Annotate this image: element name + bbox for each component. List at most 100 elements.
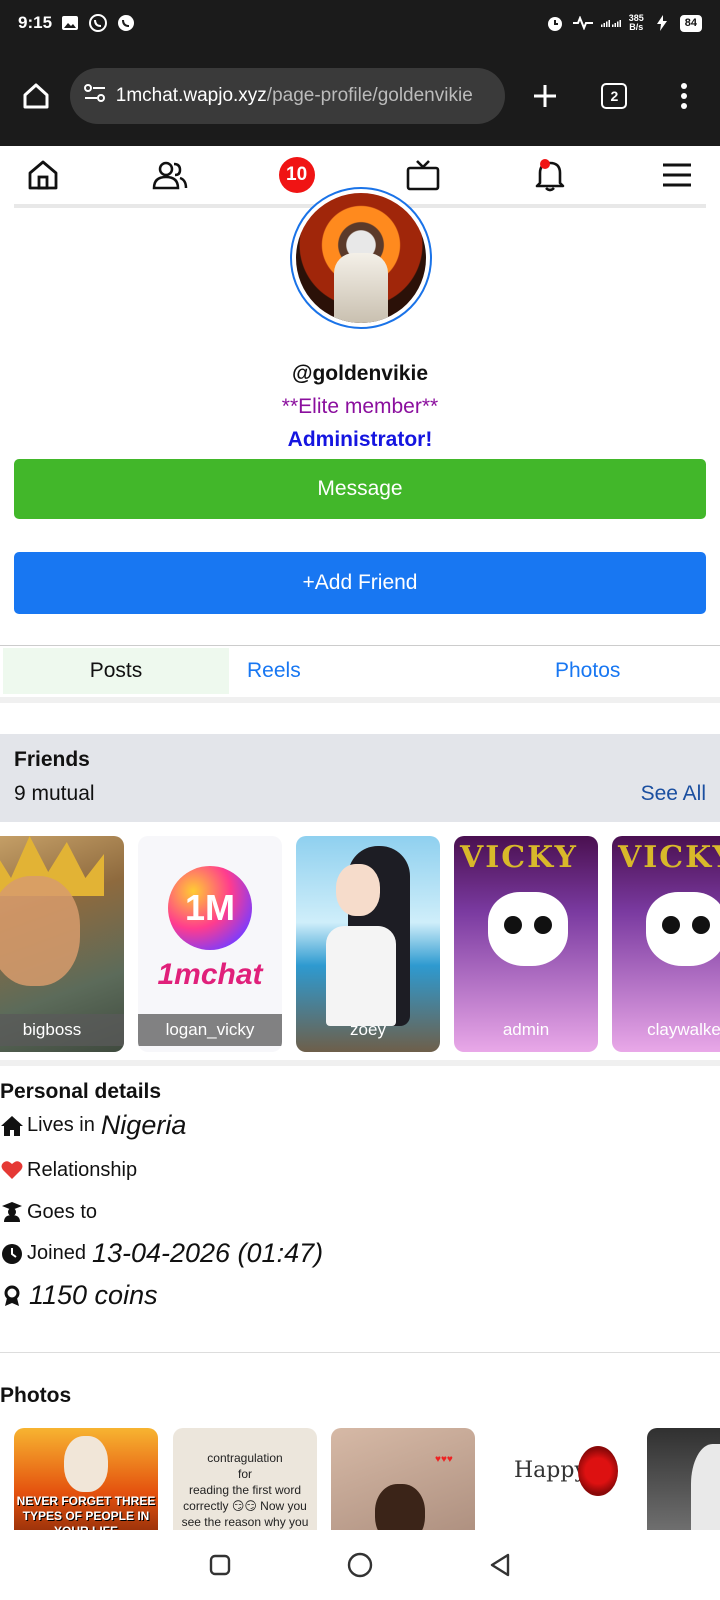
friend-name: bigboss (0, 1014, 124, 1046)
tabs-divider (0, 645, 720, 646)
browser-toolbar: 1mchat.wapjo.xyz/page-profile/goldenviki… (0, 46, 720, 146)
viber-icon (116, 13, 136, 33)
clock: 9:15 (18, 13, 53, 32)
new-tab-button[interactable] (523, 74, 567, 118)
home-icon (28, 160, 58, 190)
browser-menu-button[interactable] (662, 74, 706, 118)
graduate-icon (0, 1200, 24, 1224)
friend-name: logan_vicky (138, 1014, 282, 1046)
nav-messages[interactable]: 10 (274, 152, 320, 198)
tab-reels[interactable]: Reels (229, 648, 529, 694)
profile-avatar[interactable] (290, 187, 432, 329)
joined-value: 13-04-2026 (01:47) (91, 1238, 324, 1268)
add-friend-button[interactable]: +Add Friend (14, 552, 706, 614)
friend-photo-body (326, 926, 396, 1026)
friend-card[interactable]: 1M 1mchat logan_vicky (138, 836, 282, 1052)
friend-photo-text: VICKY (460, 840, 578, 875)
network-speed: 385 B/s (628, 13, 644, 32)
joined-label: Joined (27, 1242, 86, 1264)
nav-watch[interactable] (400, 152, 446, 198)
tabs-bottom-divider (0, 697, 720, 703)
gallery-notification-icon (60, 13, 80, 33)
site-settings-icon[interactable] (83, 83, 106, 109)
friend-card[interactable]: VICKY claywalke (612, 836, 720, 1052)
status-bar: 9:15 385 B/s 84 (0, 0, 720, 46)
signal-icon (600, 13, 621, 33)
system-navigation-bar (0, 1530, 720, 1600)
url-path: /page-profile/goldenvikie (266, 85, 473, 106)
marshmello-mask-icon (488, 892, 568, 966)
app-logo-icon: 1M (168, 866, 252, 950)
friend-name: admin (502, 1020, 550, 1039)
photo-thumbnail[interactable]: ♥♥♥ (331, 1428, 475, 1530)
tab-posts[interactable]: Posts (3, 648, 229, 694)
friend-name: claywalke (647, 1020, 720, 1039)
photo-thumbnail[interactable]: Happy (490, 1428, 634, 1530)
friend-name: zoey (350, 1020, 386, 1039)
photo-thumbnail[interactable]: NEVER FORGET THREE TYPES OF PEOPLE IN YO… (14, 1428, 158, 1530)
friend-card[interactable]: bigboss (0, 836, 124, 1052)
alarm-icon (545, 13, 565, 33)
clock-icon (0, 1242, 24, 1266)
avatar-image (296, 193, 426, 323)
detail-lives-in: Lives in Nigeria (0, 1110, 186, 1141)
coins-value: 1150 coins (29, 1280, 158, 1310)
friends-divider (0, 1060, 720, 1066)
marshmello-mask-icon (646, 892, 720, 966)
whatsapp-icon (88, 13, 108, 33)
nav-home[interactable] (20, 152, 66, 198)
friend-photo-face (336, 864, 380, 916)
friend-card[interactable]: VICKY admin (454, 836, 598, 1052)
charging-icon (652, 13, 672, 33)
recent-apps-button[interactable] (198, 1543, 242, 1587)
hamburger-icon (662, 163, 691, 187)
app-logo-text: 1mchat (157, 958, 263, 991)
bell-icon (535, 161, 565, 192)
lives-in-label: Lives in (27, 1114, 95, 1136)
friend-photo-text: VICKY (618, 840, 720, 875)
url-domain: 1mchat.wapjo.xyz (115, 85, 267, 106)
tab-photos[interactable]: Photos (529, 648, 620, 694)
rose-icon (578, 1446, 618, 1496)
tab-count: 2 (601, 83, 628, 109)
photo-thumbnail[interactable]: contragulation for reading the first wor… (173, 1428, 317, 1530)
lives-in-value: Nigeria (100, 1110, 187, 1140)
browser-home-button[interactable] (14, 74, 58, 118)
profile-username: @goldenvikie (291, 362, 428, 385)
home-icon (0, 1114, 24, 1138)
tv-icon (407, 160, 440, 191)
back-button[interactable] (478, 1543, 522, 1587)
friend-card[interactable]: zoey (296, 836, 440, 1052)
photo-caption: contragulation for reading the first wor… (181, 1451, 309, 1529)
nav-friends[interactable] (147, 152, 193, 198)
photo-figure (64, 1436, 108, 1492)
photos-title: Photos (0, 1384, 72, 1407)
profile-rank: **Elite member** (281, 395, 439, 418)
home-system-button[interactable] (338, 1543, 382, 1587)
friends-title: Friends (14, 748, 90, 771)
heart-icon (0, 1158, 24, 1182)
detail-goes-to: Goes to (0, 1200, 97, 1224)
photo-caption: NEVER FORGET THREE TYPES OF PEOPLE IN YO… (16, 1494, 156, 1530)
messages-badge: 10 (278, 157, 315, 193)
message-button[interactable]: Message (14, 459, 706, 519)
friends-icon (152, 161, 188, 190)
photo-caption: Happy (514, 1458, 587, 1483)
award-icon (0, 1284, 24, 1308)
photo-figure (691, 1444, 720, 1530)
friend-photo-face (0, 876, 80, 986)
photo-thumbnail[interactable] (647, 1428, 720, 1530)
nav-menu[interactable] (654, 152, 700, 198)
detail-joined: Joined 13-04-2026 (01:47) (0, 1238, 323, 1269)
nav-notifications[interactable] (527, 152, 573, 198)
see-all-friends-link[interactable]: See All (641, 782, 706, 806)
activity-icon (572, 13, 593, 33)
personal-details-title: Personal details (0, 1080, 162, 1103)
goes-to-label: Goes to (27, 1200, 98, 1223)
relationship-label: Relationship (27, 1158, 138, 1181)
friends-header: Friends 9 mutual See All (0, 734, 720, 822)
tab-switcher-button[interactable]: 2 (592, 74, 636, 118)
friends-mutual-count: 9 mutual (14, 782, 95, 805)
address-bar[interactable]: 1mchat.wapjo.xyz/page-profile/goldenviki… (69, 68, 505, 124)
detail-coins: 1150 coins (0, 1280, 158, 1311)
